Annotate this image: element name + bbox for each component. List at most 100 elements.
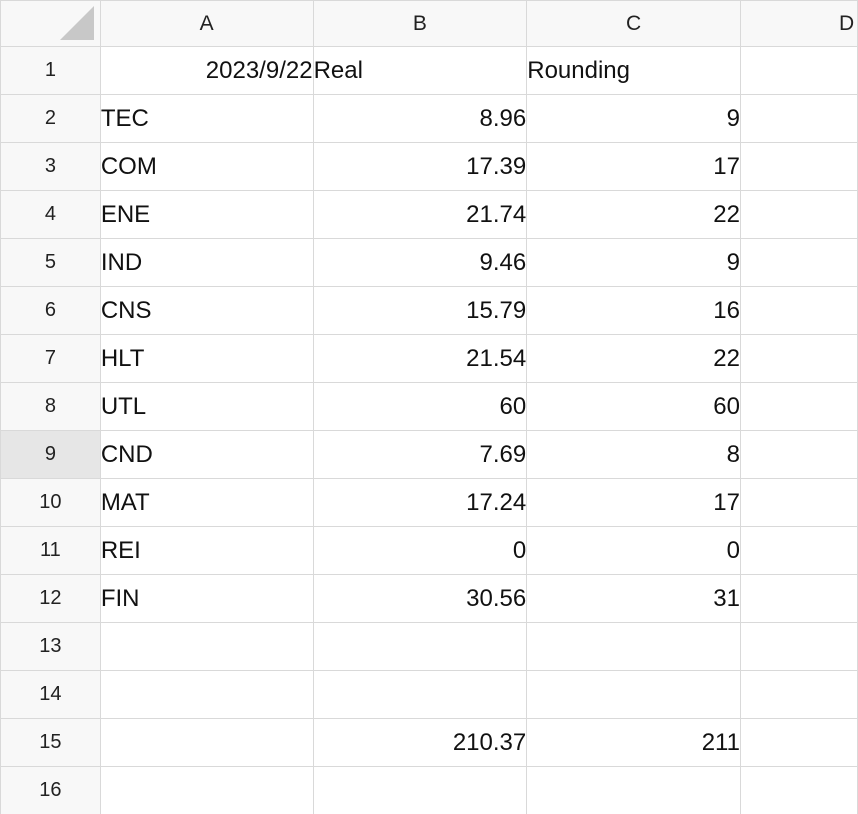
table-row: 3 COM 17.39 17: [0, 142, 858, 191]
cell-a[interactable]: MAT: [99, 478, 314, 527]
cell-a[interactable]: TEC: [99, 94, 314, 143]
table-row: 1 2023/9/22 Real Rounding: [0, 46, 858, 95]
cell-b[interactable]: 8.96: [312, 94, 528, 143]
row-header[interactable]: 1: [0, 46, 101, 95]
cell-a[interactable]: COM: [99, 142, 314, 191]
cell-d[interactable]: [739, 478, 858, 527]
cell-b[interactable]: Real: [312, 46, 528, 95]
cell-d[interactable]: [739, 334, 858, 383]
row-header[interactable]: 4: [0, 190, 101, 239]
cell-d[interactable]: [739, 286, 858, 335]
row-header[interactable]: 9: [0, 430, 101, 479]
column-header-row: A B C D: [0, 0, 858, 47]
table-row: 8 UTL 60 60: [0, 382, 858, 431]
table-row: 16: [0, 766, 858, 814]
cell-b[interactable]: 21.74: [312, 190, 528, 239]
cell-a[interactable]: REI: [99, 526, 314, 575]
row-header[interactable]: 15: [0, 718, 101, 767]
cell-d[interactable]: [739, 94, 858, 143]
table-row: 11 REI 0 0: [0, 526, 858, 575]
cell-c[interactable]: [526, 670, 741, 719]
cell-a[interactable]: CND: [99, 430, 314, 479]
column-header-c[interactable]: C: [526, 0, 741, 47]
select-all-triangle-icon: [59, 6, 94, 40]
row-header[interactable]: 16: [0, 766, 101, 814]
row-header[interactable]: 3: [0, 142, 101, 191]
cell-b[interactable]: [312, 622, 528, 671]
row-header[interactable]: 8: [0, 382, 101, 431]
cell-c[interactable]: 16: [526, 286, 741, 335]
table-row: 5 IND 9.46 9: [0, 238, 858, 287]
cell-a[interactable]: CNS: [99, 286, 314, 335]
spreadsheet-grid: A B C D 1 2023/9/22 Real Rounding 2 TEC 8.96 9 3…: [0, 0, 858, 814]
row-header[interactable]: 10: [0, 478, 101, 527]
cell-d[interactable]: [739, 430, 858, 479]
cell-b[interactable]: 9.46: [312, 238, 528, 287]
cell-c[interactable]: 0: [526, 526, 741, 575]
column-header-d[interactable]: D: [739, 0, 858, 47]
cell-b[interactable]: [312, 670, 528, 719]
column-header-b[interactable]: B: [312, 0, 528, 47]
cell-d[interactable]: [739, 526, 858, 575]
cell-b[interactable]: 17.24: [312, 478, 528, 527]
cell-c[interactable]: 17: [526, 142, 741, 191]
cell-d[interactable]: [739, 766, 858, 814]
cell-d[interactable]: [739, 382, 858, 431]
cell-a[interactable]: FIN: [99, 574, 314, 623]
cell-b[interactable]: 15.79: [312, 286, 528, 335]
cell-b[interactable]: 60: [312, 382, 528, 431]
cell-c[interactable]: 60: [526, 382, 741, 431]
cell-b[interactable]: 21.54: [312, 334, 528, 383]
column-header-a[interactable]: A: [99, 0, 314, 47]
cell-b[interactable]: 0: [312, 526, 528, 575]
table-row: 10 MAT 17.24 17: [0, 478, 858, 527]
cell-a[interactable]: HLT: [99, 334, 314, 383]
cell-b[interactable]: [312, 766, 528, 814]
row-header[interactable]: 6: [0, 286, 101, 335]
cell-d[interactable]: [739, 46, 858, 95]
row-header[interactable]: 5: [0, 238, 101, 287]
row-header[interactable]: 14: [0, 670, 101, 719]
row-header[interactable]: 11: [0, 526, 101, 575]
cell-d[interactable]: [739, 142, 858, 191]
cell-c[interactable]: 211: [526, 718, 741, 767]
cell-a[interactable]: IND: [99, 238, 314, 287]
cell-c[interactable]: 31: [526, 574, 741, 623]
cell-a[interactable]: [99, 622, 314, 671]
row-header[interactable]: 7: [0, 334, 101, 383]
cell-d[interactable]: [739, 574, 858, 623]
cell-b[interactable]: 17.39: [312, 142, 528, 191]
cell-b[interactable]: 210.37: [312, 718, 528, 767]
cell-c[interactable]: 8: [526, 430, 741, 479]
cell-d[interactable]: [739, 718, 858, 767]
select-all-corner[interactable]: [0, 0, 101, 47]
cell-b[interactable]: 7.69: [312, 430, 528, 479]
cell-b[interactable]: 30.56: [312, 574, 528, 623]
row-header[interactable]: 12: [0, 574, 101, 623]
row-header[interactable]: 2: [0, 94, 101, 143]
table-row: 6 CNS 15.79 16: [0, 286, 858, 335]
cell-a[interactable]: [99, 718, 314, 767]
cell-a[interactable]: 2023/9/22: [99, 46, 314, 95]
cell-d[interactable]: [739, 670, 858, 719]
cell-a[interactable]: UTL: [99, 382, 314, 431]
cell-c[interactable]: [526, 622, 741, 671]
cell-c[interactable]: Rounding: [526, 46, 741, 95]
cell-a[interactable]: [99, 670, 314, 719]
table-row: 15 210.37 211: [0, 718, 858, 767]
cell-c[interactable]: 17: [526, 478, 741, 527]
cell-d[interactable]: [739, 190, 858, 239]
cell-d[interactable]: [739, 622, 858, 671]
table-row: 9 CND 7.69 8: [0, 430, 858, 479]
row-header[interactable]: 13: [0, 622, 101, 671]
cell-d[interactable]: [739, 238, 858, 287]
cell-c[interactable]: [526, 766, 741, 814]
table-row: 2 TEC 8.96 9: [0, 94, 858, 143]
cell-c[interactable]: 22: [526, 190, 741, 239]
cell-c[interactable]: 22: [526, 334, 741, 383]
cell-c[interactable]: 9: [526, 238, 741, 287]
cell-c[interactable]: 9: [526, 94, 741, 143]
cell-a[interactable]: [99, 766, 314, 814]
table-row: 13: [0, 622, 858, 671]
cell-a[interactable]: ENE: [99, 190, 314, 239]
